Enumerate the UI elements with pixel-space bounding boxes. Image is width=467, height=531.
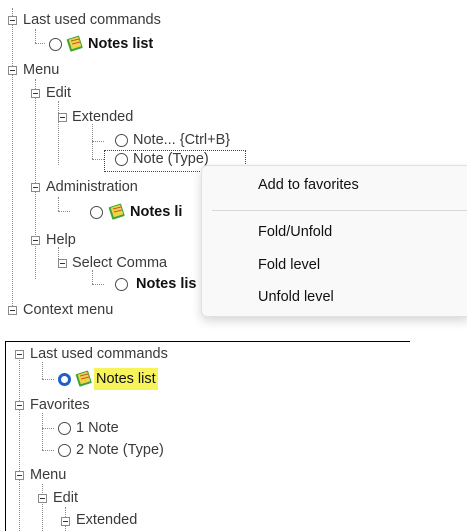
collapse-box-icon[interactable] — [31, 236, 40, 245]
tree-line — [58, 101, 59, 165]
node-label: Last used commands — [30, 346, 168, 362]
tree-line — [42, 450, 54, 451]
radio-icon[interactable] — [49, 38, 62, 51]
tree-line — [42, 484, 43, 531]
notes-book-icon — [66, 35, 83, 52]
notes-book-icon — [75, 370, 92, 387]
tree-line — [92, 159, 104, 160]
collapse-box-icon[interactable] — [31, 183, 40, 192]
node-label: Notes list — [94, 368, 158, 390]
menu-item-fold-unfold[interactable]: Fold/Unfold — [258, 224, 332, 240]
notes-book-icon — [108, 203, 125, 220]
collapse-box-icon[interactable] — [15, 401, 24, 410]
radio-icon[interactable] — [58, 444, 71, 457]
tree-line — [92, 141, 104, 142]
tree-line — [12, 8, 13, 310]
radio-icon[interactable] — [115, 134, 128, 147]
tree-line — [58, 197, 59, 211]
menu-item-unfold-level[interactable]: Unfold level — [258, 289, 334, 305]
node-label: 1 Note — [76, 420, 119, 436]
tree-line — [19, 352, 20, 531]
menu-separator — [212, 210, 467, 211]
tree-line — [58, 211, 70, 212]
node-label: Extended — [76, 512, 138, 528]
tree-line — [42, 428, 54, 429]
node-label: Notes list — [88, 36, 154, 52]
collapse-box-icon[interactable] — [8, 16, 17, 25]
node-label: Menu — [30, 467, 67, 483]
collapse-box-icon[interactable] — [15, 350, 24, 359]
tree-line — [92, 284, 104, 285]
node-label: Notes lis — [136, 276, 197, 292]
node-label: Extended — [72, 109, 134, 125]
collapse-box-icon[interactable] — [58, 113, 67, 122]
collapse-box-icon[interactable] — [8, 306, 17, 315]
collapse-box-icon[interactable] — [8, 66, 17, 75]
node-label: Menu — [23, 62, 60, 78]
radio-icon[interactable] — [58, 373, 71, 386]
radio-icon[interactable] — [115, 153, 128, 166]
collapse-box-icon[interactable] — [31, 89, 40, 98]
tree-line — [42, 413, 43, 450]
tree-line — [42, 362, 43, 379]
tree-line — [35, 43, 45, 44]
tree-line — [35, 29, 36, 43]
tree-line — [92, 270, 93, 284]
radio-icon[interactable] — [115, 278, 128, 291]
panel-border-left — [5, 341, 6, 531]
tree-line — [42, 379, 54, 380]
node-label: Last used commands — [23, 12, 161, 28]
node-label: Edit — [53, 490, 78, 506]
panel-border-top — [5, 341, 410, 342]
node-label: Notes li — [130, 204, 183, 220]
node-label: 2 Note (Type) — [76, 442, 164, 458]
node-label: Select Comma — [72, 255, 168, 271]
menu-item-fold-level[interactable]: Fold level — [258, 257, 320, 273]
collapse-box-icon[interactable] — [38, 494, 47, 503]
context-popup-menu: Add to favorites Fold/Unfold Fold level … — [201, 165, 467, 317]
menu-item-add-to-favorites[interactable]: Add to favorites — [258, 177, 359, 193]
radio-icon[interactable] — [58, 422, 71, 435]
node-label: Administration — [46, 179, 138, 195]
node-label: Help — [46, 232, 76, 248]
collapse-box-icon[interactable] — [61, 517, 70, 526]
collapse-box-icon[interactable] — [15, 471, 24, 480]
node-label: Favorites — [30, 397, 90, 413]
tree-line — [35, 79, 36, 279]
radio-icon[interactable] — [90, 206, 103, 219]
node-label: Context menu — [23, 302, 114, 318]
collapse-box-icon[interactable] — [58, 259, 67, 268]
node-label: Note (Type) — [133, 151, 209, 167]
